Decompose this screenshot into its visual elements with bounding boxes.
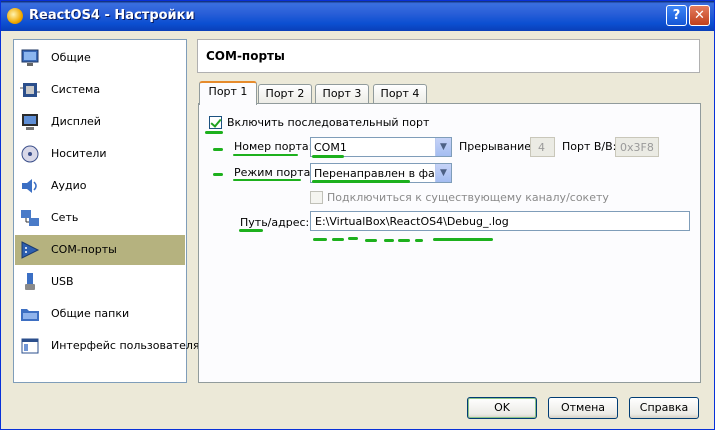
sidebar-item-system[interactable]: Система bbox=[15, 75, 185, 105]
annotation-stroke bbox=[433, 238, 493, 241]
io-port-field[interactable]: 0x3F8 bbox=[615, 137, 659, 157]
enable-serial-checkbox[interactable] bbox=[209, 116, 222, 129]
annotation-stroke bbox=[384, 239, 394, 242]
display-icon bbox=[22, 114, 38, 130]
sidebar-item-label: Общие папки bbox=[51, 307, 130, 320]
settings-category-list: Общие Система Дисплей Носители Аудио Сет… bbox=[13, 39, 200, 383]
irq-label: Прерывание: bbox=[459, 140, 535, 153]
tab-port-4[interactable]: Порт 4 bbox=[373, 84, 427, 104]
page-title: COM-порты bbox=[206, 49, 285, 63]
annotation-stroke bbox=[312, 155, 344, 158]
annotation-stroke bbox=[415, 239, 423, 242]
app-icon bbox=[7, 8, 23, 24]
path-label: Путь/адрес: bbox=[240, 216, 310, 229]
user-interface-icon bbox=[21, 338, 39, 354]
sidebar-item-storage[interactable]: Носители bbox=[15, 139, 185, 169]
shared-folder-icon bbox=[21, 309, 39, 321]
connect-existing-checkbox[interactable] bbox=[310, 191, 323, 204]
path-input[interactable]: E:\VirtualBox\ReactOS4\Debug_.log bbox=[310, 211, 690, 231]
path-value: E:\VirtualBox\ReactOS4\Debug_.log bbox=[315, 215, 509, 228]
annotation-stroke bbox=[398, 239, 410, 242]
sidebar-item-label: Система bbox=[51, 83, 101, 96]
annotation-stroke bbox=[213, 173, 223, 176]
io-port-value: 0x3F8 bbox=[620, 141, 654, 154]
port-mode-value: Перенаправлен в файл bbox=[314, 167, 449, 180]
title-bar[interactable]: ReactOS4 - Настройки ? ✕ bbox=[1, 1, 714, 31]
annotation-stroke bbox=[332, 238, 344, 241]
chevron-down-icon[interactable]: ▼ bbox=[435, 138, 451, 156]
port-number-select[interactable]: COM1 ▼ bbox=[310, 137, 452, 157]
annotation-stroke bbox=[213, 148, 223, 151]
sidebar-item-com-ports[interactable]: COM-порты bbox=[15, 235, 185, 265]
sidebar-item-label: Сеть bbox=[51, 211, 79, 224]
window-title: ReactOS4 - Настройки bbox=[29, 8, 195, 23]
help-title-button[interactable]: ? bbox=[666, 5, 687, 26]
serial-port-icon bbox=[21, 241, 40, 259]
sidebar-item-network[interactable]: Сеть bbox=[15, 203, 185, 233]
irq-value: 4 bbox=[538, 141, 545, 154]
sidebar-item-label: Интерфейс пользователя bbox=[51, 339, 200, 352]
annotation-stroke bbox=[312, 180, 410, 183]
annotation-stroke bbox=[348, 237, 358, 240]
port-number-label: Номер порта: bbox=[234, 140, 313, 153]
sidebar-item-user-interface[interactable]: Интерфейс пользователя bbox=[15, 331, 200, 361]
sidebar-item-general[interactable]: Общие bbox=[15, 43, 185, 73]
network-icon bbox=[21, 210, 39, 226]
usb-icon bbox=[25, 273, 35, 290]
irq-field[interactable]: 4 bbox=[530, 137, 555, 157]
system-chip-icon bbox=[20, 83, 40, 97]
annotation-stroke bbox=[239, 229, 263, 232]
audio-speaker-icon bbox=[22, 179, 37, 193]
settings-window: ReactOS4 - Настройки ? ✕ Общие Система Д… bbox=[0, 0, 715, 430]
close-window-button[interactable]: ✕ bbox=[689, 5, 710, 26]
sidebar-item-audio[interactable]: Аудио bbox=[15, 171, 185, 201]
sidebar-item-label: Носители bbox=[51, 147, 107, 160]
page-header: COM-порты bbox=[197, 39, 700, 73]
port-mode-label: Режим порта: bbox=[234, 166, 315, 179]
sidebar-item-label: Общие bbox=[51, 51, 91, 64]
ok-button[interactable]: OK bbox=[467, 397, 537, 419]
sidebar-item-label: USB bbox=[51, 275, 74, 288]
io-port-label: Порт В/В: bbox=[562, 140, 617, 153]
enable-serial-label[interactable]: Включить последовательный порт bbox=[227, 116, 429, 129]
tab-port-2[interactable]: Порт 2 bbox=[258, 84, 312, 104]
annotation-stroke bbox=[313, 238, 327, 241]
general-monitor-icon bbox=[21, 49, 39, 66]
sidebar-item-display[interactable]: Дисплей bbox=[15, 107, 185, 137]
sidebar-item-label: Аудио bbox=[51, 179, 87, 192]
annotation-stroke bbox=[233, 154, 298, 156]
storage-disk-icon bbox=[21, 145, 39, 163]
help-button[interactable]: Справка bbox=[629, 397, 699, 419]
port-number-value: COM1 bbox=[314, 141, 347, 154]
annotation-stroke bbox=[233, 179, 301, 181]
tab-port-1[interactable]: Порт 1 bbox=[199, 81, 257, 105]
sidebar-item-usb[interactable]: USB bbox=[15, 267, 185, 297]
annotation-stroke bbox=[365, 239, 377, 242]
connect-existing-label: Подключиться к существующему каналу/соке… bbox=[327, 191, 609, 204]
sidebar-item-shared-folders[interactable]: Общие папки bbox=[15, 299, 185, 329]
chevron-down-icon[interactable]: ▼ bbox=[435, 164, 451, 182]
sidebar-item-label: COM-порты bbox=[51, 243, 117, 256]
sidebar-item-label: Дисплей bbox=[51, 115, 101, 128]
cancel-button[interactable]: Отмена bbox=[548, 397, 618, 419]
annotation-stroke bbox=[205, 131, 223, 134]
tab-port-3[interactable]: Порт 3 bbox=[315, 84, 369, 104]
